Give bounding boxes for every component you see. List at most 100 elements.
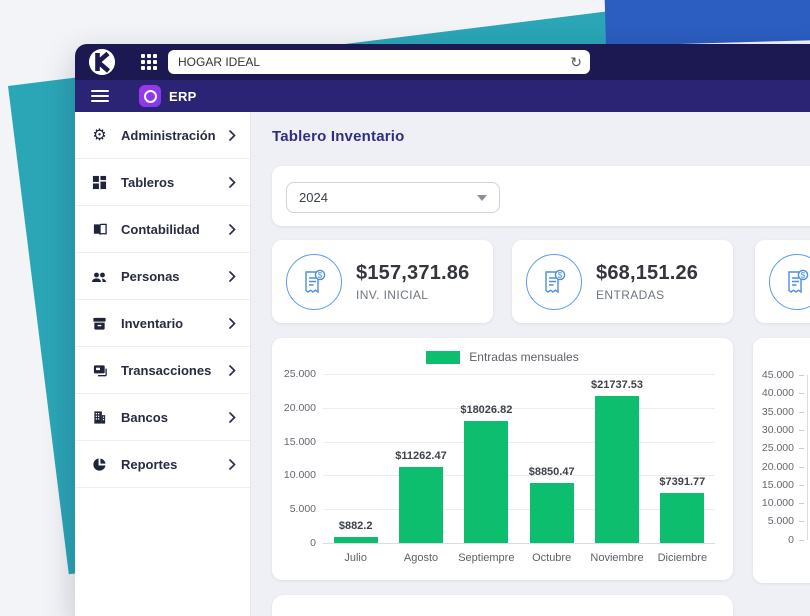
bar-value-label: $18026.82 (441, 404, 531, 416)
x-axis-tick-label: Diciembre (637, 552, 727, 564)
chevron-right-icon (229, 365, 236, 376)
sidebar-item-label: Inventario (121, 316, 229, 331)
erp-app-label: ERP (169, 89, 197, 104)
sidebar-item-reportes[interactable]: Reportes (75, 441, 250, 488)
erp-donut-glyph (144, 90, 157, 103)
axis-tick (799, 448, 804, 449)
stat-card-entradas: $ $68,151.26 ENTRADAS (512, 240, 733, 323)
y-axis-tick-label: 5.000 (752, 515, 794, 527)
bar-julio (334, 537, 378, 543)
erp-app-icon[interactable] (139, 85, 161, 107)
chevron-right-icon (229, 130, 236, 141)
invoice-dollar-icon: $ (769, 254, 810, 310)
chevron-down-icon (477, 195, 487, 201)
page-title: Tablero Inventario (272, 128, 405, 145)
sidebar-item-bancos[interactable]: Bancos (75, 394, 250, 441)
axis-tick (799, 503, 804, 504)
book-icon (91, 221, 108, 238)
y-axis-tick-label: 40.000 (752, 387, 794, 399)
axis-tick (799, 540, 804, 541)
refresh-icon[interactable]: ↻ (570, 55, 582, 69)
stat-value: $68,151.26 (596, 262, 698, 285)
sidebar-item-inventario[interactable]: Inventario (75, 300, 250, 347)
chevron-right-icon (229, 459, 236, 470)
axis-tick (799, 485, 804, 486)
stat-card-partial: $ (755, 240, 810, 323)
gridline (323, 543, 715, 544)
y-axis-tick-label: 0 (272, 537, 316, 549)
year-select-value: 2024 (299, 190, 477, 205)
chevron-right-icon (229, 177, 236, 188)
bar-agosto (399, 467, 443, 543)
axis-tick (799, 375, 804, 376)
y-axis-tick-label: 0 (752, 534, 794, 546)
top-navbar: ↻ (75, 44, 810, 80)
axis-tick (799, 430, 804, 431)
bar-value-label: $8850.47 (507, 466, 597, 478)
y-axis-tick-label: 30.000 (752, 424, 794, 436)
axis-tick (799, 412, 804, 413)
bar-septiempre (464, 421, 508, 543)
second-chart-partial: 05.00010.00015.00020.00025.00030.00035.0… (753, 338, 810, 583)
y-axis-tick-label: 20.000 (272, 402, 316, 414)
app-window: ↻ ERP ⚙ Administración Tableros Contabil… (75, 44, 810, 616)
apps-grid-icon[interactable] (141, 54, 157, 70)
sidebar-item-administracion[interactable]: ⚙ Administración (75, 112, 250, 159)
y-axis-tick-label: 25.000 (752, 442, 794, 454)
bar-value-label: $882.2 (311, 520, 401, 532)
pie-chart-icon (91, 456, 108, 473)
gear-icon: ⚙ (91, 127, 108, 144)
invoice-dollar-icon: $ (526, 254, 582, 310)
sidebar-item-personas[interactable]: Personas (75, 253, 250, 300)
sidebar-item-tableros[interactable]: Tableros (75, 159, 250, 206)
y-axis-tick-label: 20.000 (752, 461, 794, 473)
y-axis-tick-label: 45.000 (752, 369, 794, 381)
chevron-right-icon (229, 412, 236, 423)
chevron-right-icon (229, 318, 236, 329)
sidebar-item-transacciones[interactable]: Transacciones (75, 347, 250, 394)
y-axis-tick-label: 10.000 (272, 469, 316, 481)
sidebar-item-label: Bancos (121, 410, 229, 425)
people-icon (91, 268, 108, 285)
bar-value-label: $11262.47 (376, 450, 466, 462)
menu-hamburger-icon[interactable] (91, 90, 109, 102)
search-input[interactable] (176, 54, 570, 70)
legend-swatch (426, 351, 460, 364)
invoice-dollar-icon: $ (286, 254, 342, 310)
sidebar: ⚙ Administración Tableros Contabilidad P… (75, 112, 251, 616)
inventory-box-icon (91, 315, 108, 332)
sidebar-item-label: Administración (121, 128, 229, 143)
axis-tick (799, 521, 804, 522)
sidebar-item-contabilidad[interactable]: Contabilidad (75, 206, 250, 253)
gridline (323, 509, 715, 510)
stat-label: ENTRADAS (596, 288, 698, 302)
y-axis-tick-label: 15.000 (272, 436, 316, 448)
bar-diciembre (660, 493, 704, 543)
company-logo-icon[interactable] (89, 49, 115, 75)
stat-card-inv-inicial: $ $157,371.86 INV. INICIAL (272, 240, 493, 323)
legend-label: Entradas mensuales (469, 350, 578, 364)
y-axis-line (807, 375, 808, 540)
bank-icon (91, 409, 108, 426)
axis-tick (799, 393, 804, 394)
sidebar-item-label: Tableros (121, 175, 229, 190)
year-select[interactable]: 2024 (286, 182, 500, 213)
bar-value-label: $21737.53 (572, 379, 662, 391)
transactions-icon (91, 362, 108, 379)
bottom-panel-partial (272, 595, 733, 616)
dashboard-icon (91, 174, 108, 191)
sidebar-item-label: Transacciones (121, 363, 229, 378)
chevron-right-icon (229, 271, 236, 282)
stat-value: $157,371.86 (356, 262, 469, 285)
bar-noviembre (595, 396, 639, 543)
svg-text:$: $ (558, 270, 563, 279)
company-search-box: ↻ (168, 50, 590, 74)
y-axis-tick-label: 5.000 (272, 503, 316, 515)
gridline (323, 442, 715, 443)
chart-legend: Entradas mensuales (272, 350, 733, 364)
gridline (323, 374, 715, 375)
sidebar-item-label: Contabilidad (121, 222, 229, 237)
bar-octubre (530, 483, 574, 543)
sidebar-item-label: Personas (121, 269, 229, 284)
sidebar-item-label: Reportes (121, 457, 229, 472)
